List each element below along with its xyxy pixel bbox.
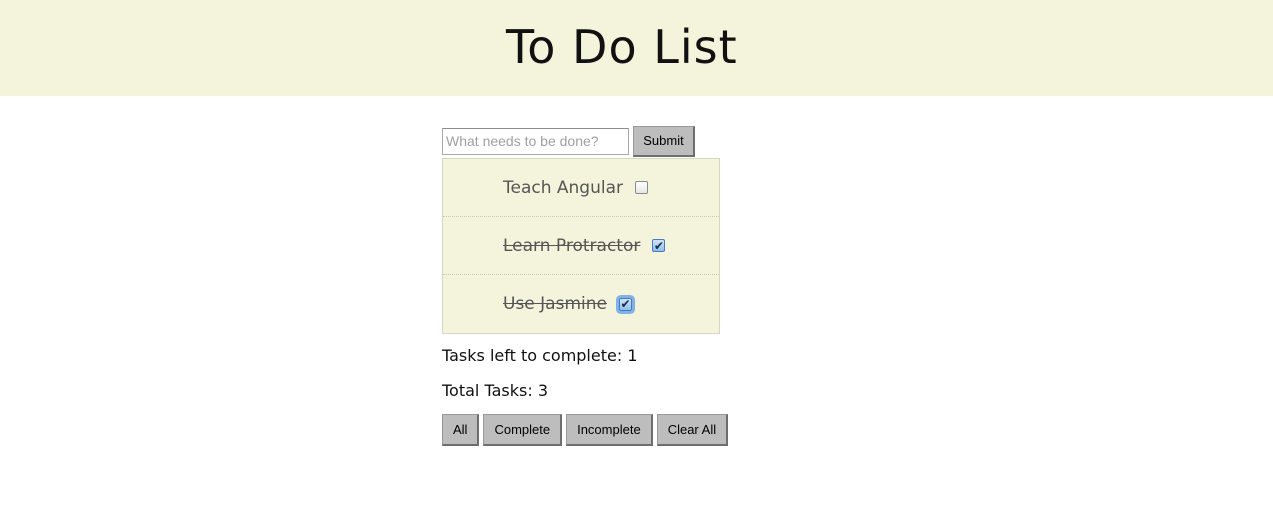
page-title: To Do List [506, 20, 738, 74]
filter-complete-button[interactable]: Complete [483, 414, 563, 446]
task-label: Teach Angular [503, 177, 623, 198]
task-checkbox[interactable] [635, 181, 648, 194]
task-checkbox[interactable]: ✔ [618, 297, 632, 311]
total-tasks-count: 3 [537, 381, 548, 400]
todo-app: Submit Teach Angular Learn Protractor ✔ … [442, 125, 742, 446]
filter-bar: All Complete Incomplete Clear All [442, 414, 742, 446]
filter-incomplete-button[interactable]: Incomplete [566, 414, 653, 446]
list-item: Learn Protractor ✔ [443, 217, 719, 275]
task-stats: Tasks left to complete: 1 Total Tasks: 3 [442, 346, 742, 401]
list-item: Use Jasmine ✔ [443, 275, 719, 333]
new-task-form: Submit [442, 125, 742, 157]
task-checkbox[interactable]: ✔ [652, 238, 666, 253]
total-tasks-text: Total Tasks: 3 [442, 381, 742, 401]
submit-button[interactable]: Submit [633, 125, 695, 157]
filter-all-button[interactable]: All [442, 414, 480, 446]
checkmark-icon: ✔ [620, 297, 631, 311]
clear-all-button[interactable]: Clear All [656, 414, 729, 446]
tasks-left-label: Tasks left to complete: [442, 346, 623, 365]
tasks-left-count: 1 [627, 346, 638, 365]
tasks-left-text: Tasks left to complete: 1 [442, 346, 742, 366]
task-label: Use Jasmine [503, 294, 607, 314]
task-label: Learn Protractor [503, 235, 641, 256]
list-item: Teach Angular [443, 159, 719, 217]
total-tasks-label: Total Tasks: [442, 381, 533, 400]
new-task-input[interactable] [442, 127, 629, 155]
page-header: To Do List [0, 0, 1273, 96]
checkmark-icon: ✔ [653, 238, 664, 253]
task-list: Teach Angular Learn Protractor ✔ Use Jas… [442, 158, 720, 334]
